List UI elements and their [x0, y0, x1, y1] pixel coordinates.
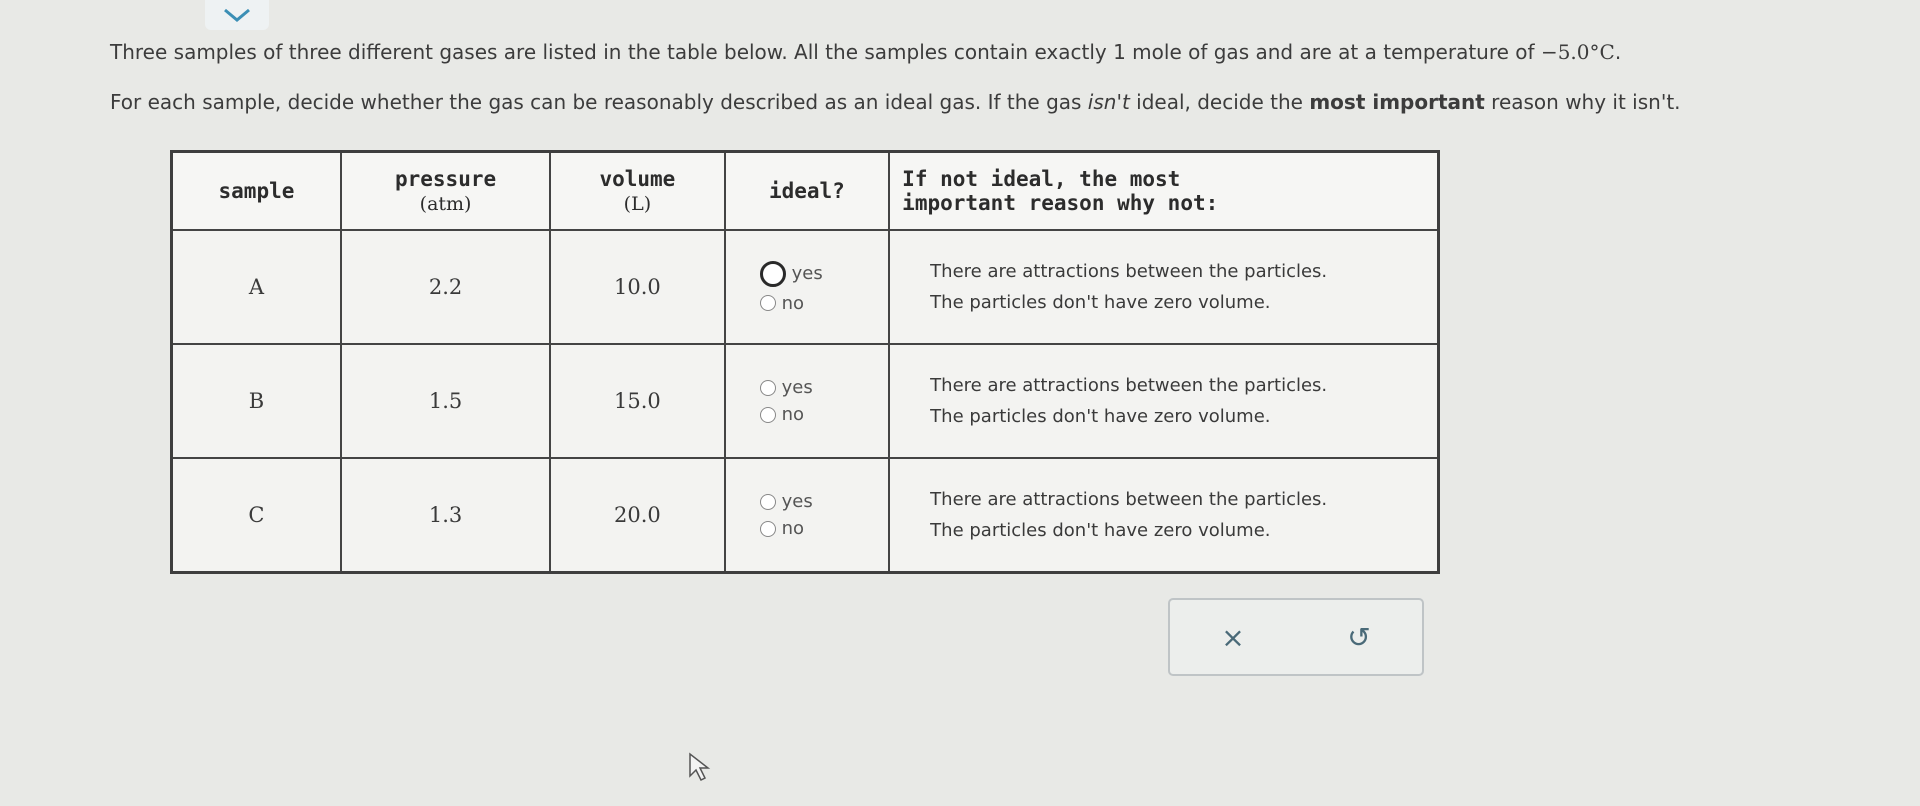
undo-button[interactable]: ↺: [1347, 621, 1370, 654]
sample-cell: C: [170, 457, 342, 574]
radio-no-label: no: [781, 518, 805, 539]
gas-samples-table: sample pressure (atm) volume (L) ideal? If…: [170, 150, 1440, 574]
sample-cell: A: [170, 229, 342, 345]
radio-circle-icon: [759, 260, 786, 287]
prompt-emphasis: isn't: [1087, 90, 1130, 114]
pressure-cell: 1.5: [339, 343, 552, 459]
prompt-text: reason why it isn't.: [1484, 90, 1681, 114]
header-sample: sample: [170, 150, 342, 231]
chevron-down-icon: [224, 8, 250, 22]
header-ideal: ideal?: [723, 150, 891, 231]
radio-circle-icon: [759, 406, 776, 423]
ideal-radio-group: yes no: [723, 457, 891, 574]
reason-option-group: There are attractions between the partic…: [888, 343, 1440, 459]
header-reason-line1: If not ideal, the most: [902, 167, 1181, 191]
header-volume-label: volume: [599, 167, 676, 191]
radio-no-label: no: [781, 404, 805, 425]
mouse-pointer-icon: [689, 752, 711, 782]
ideal-radio-group: yes no: [723, 229, 891, 345]
table-row: B 1.5 15.0 yes no There are attractions …: [170, 343, 1440, 459]
pressure-cell: 2.2: [339, 229, 552, 345]
reason-option-volume[interactable]: The particles don't have zero volume.: [930, 406, 1436, 427]
radio-circle-icon: [759, 520, 776, 537]
pressure-cell: 1.3: [339, 457, 552, 574]
radio-yes[interactable]: yes: [759, 260, 888, 287]
temperature-value: −5.0°C: [1540, 40, 1615, 64]
radio-no[interactable]: no: [759, 292, 888, 314]
prompt-period: .: [1614, 40, 1622, 64]
sample-cell: B: [170, 343, 342, 459]
header-reason: If not ideal, the most important reason w…: [888, 150, 1440, 231]
reason-option-group: There are attractions between the partic…: [888, 457, 1440, 574]
header-reason-line2: important reason why not:: [902, 191, 1219, 215]
header-volume-unit: (L): [623, 193, 652, 215]
reason-option-volume[interactable]: The particles don't have zero volume.: [930, 292, 1436, 313]
reason-option-attractions[interactable]: There are attractions between the partic…: [930, 261, 1436, 282]
header-pressure-label: pressure: [394, 167, 497, 191]
radio-circle-icon: [759, 295, 776, 311]
table-row: A 2.2 10.0 yes no There are attractions …: [170, 229, 1440, 345]
radio-yes-label: yes: [781, 377, 813, 398]
header-pressure-unit: (atm): [419, 193, 472, 215]
radio-yes-label: yes: [781, 491, 813, 512]
header-volume: volume (L): [549, 150, 726, 231]
header-pressure: pressure (atm): [339, 150, 552, 231]
ideal-radio-group: yes no: [723, 343, 891, 459]
table-header-row: sample pressure (atm) volume (L) ideal? If…: [170, 150, 1440, 231]
volume-cell: 15.0: [549, 343, 726, 459]
radio-yes[interactable]: yes: [759, 377, 888, 398]
radio-no[interactable]: no: [759, 518, 888, 539]
clear-button[interactable]: ×: [1221, 621, 1244, 654]
radio-yes-label: yes: [791, 263, 823, 284]
radio-yes[interactable]: yes: [759, 491, 888, 512]
radio-circle-icon: [759, 379, 776, 396]
prompt-text: ideal, decide the: [1129, 90, 1310, 114]
reason-option-volume[interactable]: The particles don't have zero volume.: [930, 520, 1436, 541]
radio-circle-icon: [759, 493, 776, 510]
prompt-line-1: Three samples of three different gases a…: [110, 40, 1621, 64]
collapse-chevron[interactable]: [205, 0, 269, 30]
answer-actions: × ↺: [1168, 598, 1424, 676]
radio-no[interactable]: no: [759, 404, 888, 425]
reason-option-attractions[interactable]: There are attractions between the partic…: [930, 489, 1436, 510]
radio-no-label: no: [781, 292, 805, 314]
prompt-bold: most important: [1309, 90, 1485, 114]
reason-option-attractions[interactable]: There are attractions between the partic…: [930, 375, 1436, 396]
volume-cell: 20.0: [549, 457, 726, 574]
prompt-text: Three samples of three different gases a…: [110, 40, 1541, 64]
prompt-text: For each sample, decide whether the gas …: [110, 90, 1088, 114]
volume-cell: 10.0: [549, 229, 726, 345]
reason-option-group: There are attractions between the partic…: [888, 229, 1440, 345]
table-row: C 1.3 20.0 yes no There are attractions …: [170, 457, 1440, 574]
prompt-line-2: For each sample, decide whether the gas …: [110, 90, 1681, 114]
